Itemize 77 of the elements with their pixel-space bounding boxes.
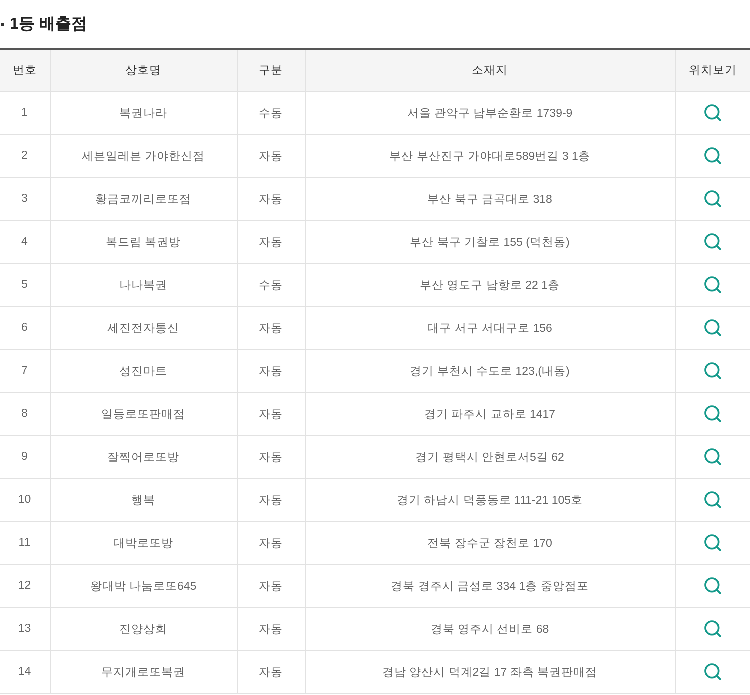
column-header: 번호 [0,49,50,92]
table-cell: 경남 양산시 덕계2길 17 좌측 복권판매점 [305,650,675,694]
column-header: 상호명 [50,49,237,92]
table-cell: 세븐일레븐 가야한신점 [50,134,237,178]
search-icon[interactable] [702,361,723,381]
table-cell: 성진마트 [50,350,237,392]
search-icon[interactable] [702,662,723,682]
table-cell: 자동 [237,134,305,178]
table-cell: 6 [0,306,50,350]
search-icon[interactable] [702,146,723,166]
table-cell: 서울 관악구 남부순환로 1739-9 [305,92,675,134]
table-cell: 8 [0,392,50,436]
table-cell: 4 [0,220,50,264]
table-cell: 행복 [50,478,237,522]
search-icon[interactable] [702,533,723,553]
search-icon[interactable] [702,232,723,252]
search-icon[interactable] [702,576,723,596]
table-cell: 복드림 복권방 [50,220,237,264]
table-cell: 자동 [237,178,305,220]
table-cell: 경북 영주시 선비로 68 [305,608,675,650]
table-cell: 부산 부산진구 가야대로589번길 3 1층 [305,134,675,178]
table-cell: 1 [0,92,50,134]
table-cell: 일등로또판매점 [50,392,237,436]
table-cell: 수동 [237,92,305,134]
table-cell: 왕대박 나눔로또645 [50,564,237,608]
table-cell: 자동 [237,350,305,392]
table-cell: 세진전자통신 [50,306,237,350]
table-cell: 전북 장수군 장천로 170 [305,522,675,564]
table-cell: 복권나라 [50,92,237,134]
bullet-icon [1,22,4,26]
table-cell: 대구 서구 서대구로 156 [305,306,675,350]
table-cell: 3 [0,178,50,220]
table-cell: 경기 하남시 덕풍동로 111-21 105호 [305,478,675,522]
search-icon[interactable] [702,447,723,467]
table-cell: 잘찍어로또방 [50,436,237,478]
table-cell: 부산 북구 금곡대로 318 [305,178,675,220]
table-cell: 2 [0,134,50,178]
table-cell: 황금코끼리로또점 [50,178,237,220]
table-cell: 9 [0,436,50,478]
table-cell: 7 [0,350,50,392]
search-icon[interactable] [702,275,723,295]
table-cell: 수동 [237,264,305,306]
table-cell: 10 [0,478,50,522]
table-cell: 자동 [237,650,305,694]
table-cell: 경기 부천시 수도로 123,(내동) [305,350,675,392]
table-cell: 자동 [237,564,305,608]
table-cell: 자동 [237,220,305,264]
table-cell: 14 [0,650,50,694]
search-icon[interactable] [702,404,723,424]
table-cell: 자동 [237,608,305,650]
search-icon[interactable] [702,318,723,338]
table-cell: 5 [0,264,50,306]
table-cell: 나나복권 [50,264,237,306]
table-cell: 11 [0,522,50,564]
table-cell: 자동 [237,436,305,478]
table-cell: 자동 [237,306,305,350]
search-icon[interactable] [702,189,723,209]
column-header: 위치보기 [675,49,750,92]
table-cell: 13 [0,608,50,650]
table-cell: 무지개로또복권 [50,650,237,694]
table-cell: 경기 파주시 교하로 1417 [305,392,675,436]
table-cell: 경기 평택시 안현로서5길 62 [305,436,675,478]
column-header: 소재지 [305,49,675,92]
table-cell: 자동 [237,522,305,564]
table-cell: 부산 영도구 남항로 22 1층 [305,264,675,306]
table-cell: 부산 북구 기찰로 155 (덕천동) [305,220,675,264]
search-icon[interactable] [702,619,723,639]
table-cell: 12 [0,564,50,608]
search-icon[interactable] [702,103,723,123]
search-icon[interactable] [702,490,723,510]
table-cell: 진양상회 [50,608,237,650]
section-title: 1등 배출점 [10,14,88,34]
column-header: 구분 [237,49,305,92]
table-cell: 경북 경주시 금성로 334 1층 중앙점포 [305,564,675,608]
table-cell: 대박로또방 [50,522,237,564]
table-cell: 자동 [237,392,305,436]
table-cell: 자동 [237,478,305,522]
